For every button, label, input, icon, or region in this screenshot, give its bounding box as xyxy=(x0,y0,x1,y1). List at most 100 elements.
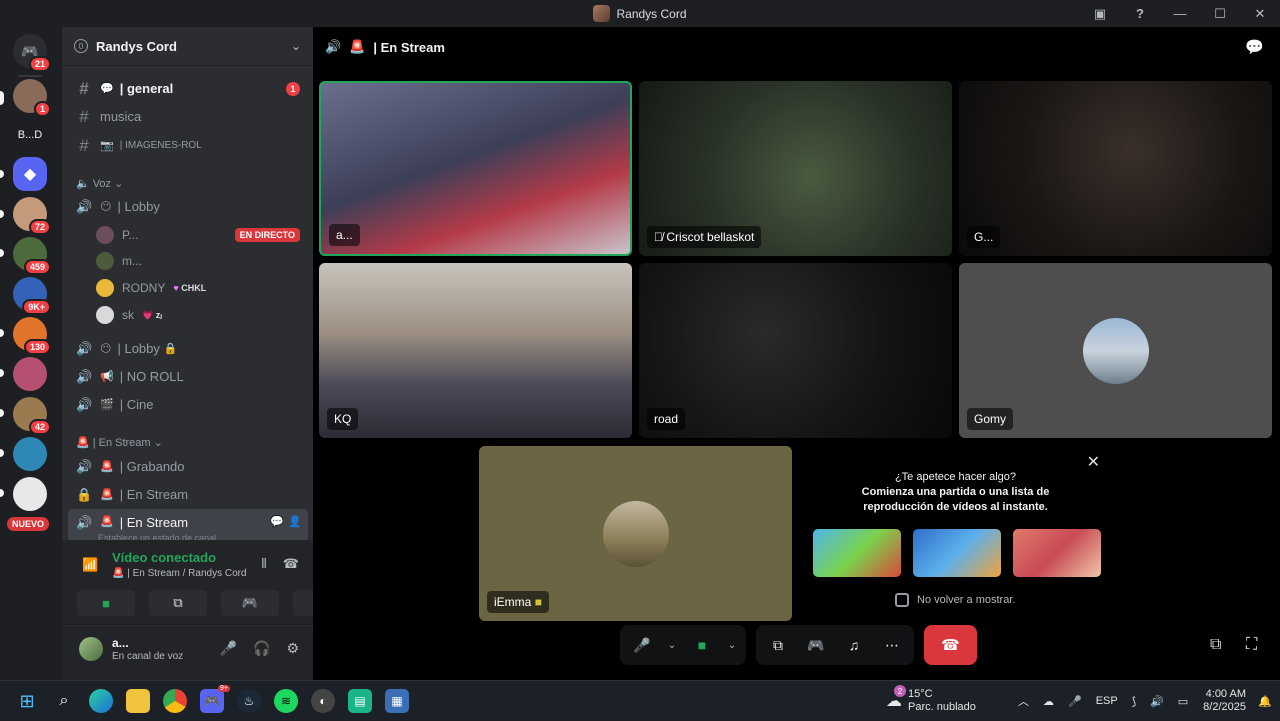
server-icon-7[interactable]: 130 xyxy=(13,317,51,355)
video-tile[interactable]: KQ xyxy=(319,263,632,438)
server-icon-5[interactable]: 459 xyxy=(13,237,51,275)
server-icon-8[interactable] xyxy=(13,357,47,391)
server-icon-10[interactable] xyxy=(13,437,47,471)
microphone-icon[interactable]: 🎤 xyxy=(220,640,237,657)
activity-button[interactable]: 🎮 xyxy=(800,629,832,661)
voice-channel-lobby[interactable]: 🔊 😶 | Lobby xyxy=(68,193,308,220)
voice-user[interactable]: sk 💗 zⱼ xyxy=(96,304,304,326)
avatar-tile[interactable]: iEmma ■ xyxy=(479,446,792,621)
voice-user[interactable]: RODNY ♥ CHKL xyxy=(96,277,304,299)
activity-game-card[interactable] xyxy=(1013,529,1101,577)
new-badge[interactable]: NUEVO xyxy=(7,517,50,531)
voice-status-subtitle[interactable]: 🚨 | En Stream / Randys Cord xyxy=(112,568,247,579)
close-icon[interactable]: ✕ xyxy=(1087,452,1100,472)
server-icon-9[interactable]: 42 xyxy=(13,397,51,435)
server-icon-6[interactable]: 9K+ xyxy=(13,277,51,315)
clock[interactable]: 4:00 AM 8/2/2025 xyxy=(1200,681,1246,721)
cloud-icon[interactable]: ☁ xyxy=(1043,695,1054,708)
video-tile[interactable]: road xyxy=(639,263,952,438)
server-icon-3[interactable]: ◆ xyxy=(13,157,47,191)
microphone-button[interactable]: 🎤 xyxy=(626,629,658,661)
video-tile[interactable]: G... xyxy=(959,81,1272,256)
weather-widget[interactable]: ☁ 2 15°C Parc. nublado xyxy=(886,681,976,721)
avatar-tile[interactable]: Gomy xyxy=(959,263,1272,438)
battery-icon[interactable]: ▭ xyxy=(1178,695,1188,708)
voice-channel-en-stream-locked[interactable]: 🔒 🚨 | En Stream xyxy=(68,481,308,508)
headphones-icon[interactable]: 🎧 xyxy=(253,640,270,657)
voice-channel-cine[interactable]: 🔊 🎬 | Cine xyxy=(68,391,308,418)
category-en-stream[interactable]: 🚨 | En Stream ⌄ xyxy=(76,436,163,450)
chat-icon[interactable]: 💬 xyxy=(270,515,284,528)
popout-icon[interactable]: ⧉ xyxy=(1210,636,1221,654)
camera-button[interactable]: ■ xyxy=(77,590,135,616)
video-tile[interactable]: a... xyxy=(319,81,632,256)
avatar[interactable] xyxy=(79,637,103,661)
voice-status-title[interactable]: Vídeo conectado xyxy=(112,550,216,565)
microphone-icon[interactable]: 🎤 xyxy=(1068,695,1082,708)
activity-game-card[interactable] xyxy=(913,529,1001,577)
more-options-button[interactable]: ⋯ xyxy=(876,629,908,661)
server-icon-11[interactable] xyxy=(13,477,47,511)
maximize-button[interactable]: ☐ xyxy=(1200,0,1240,27)
voice-channel-lobby-locked[interactable]: 🔊 😶 | Lobby 🔒 xyxy=(68,335,308,362)
edge-icon[interactable] xyxy=(89,689,113,713)
weather-badge: 2 xyxy=(894,685,906,697)
channel-label: | NO ROLL xyxy=(119,369,184,384)
language-indicator[interactable]: ESP xyxy=(1096,695,1118,707)
close-button[interactable]: ✕ xyxy=(1240,0,1280,27)
chevron-up-icon[interactable]: ︿ xyxy=(1018,693,1029,709)
voice-user[interactable]: m... xyxy=(96,250,304,272)
camera-button[interactable]: ■ xyxy=(686,629,718,661)
server-icon-1[interactable]: 1 xyxy=(13,79,51,117)
server-icon-bd[interactable]: B...D xyxy=(13,118,47,152)
user-name[interactable]: a... xyxy=(112,636,129,650)
voice-channel-en-stream-active[interactable]: 🔊 🚨 | En Stream 💬 👤 Establece un estado … xyxy=(68,509,308,541)
channel-general[interactable]: # 💬 | general 1 xyxy=(68,75,308,102)
wifi-icon[interactable]: ⟆ xyxy=(1132,695,1136,708)
channel-label: | En Stream xyxy=(119,487,189,502)
soundboard-button[interactable]: ♫ xyxy=(838,629,870,661)
minimize-button[interactable]: — xyxy=(1160,0,1200,27)
voice-channel-grabando[interactable]: 🔊 🚨 | Grabando xyxy=(68,453,308,480)
channel-imagenes-rol[interactable]: # 📷 | IMAGENES-ROL xyxy=(68,132,308,159)
activity-game-card[interactable] xyxy=(813,529,901,577)
start-button[interactable]: ⊞ xyxy=(15,689,39,713)
file-explorer-icon[interactable] xyxy=(126,689,150,713)
disconnect-button[interactable]: ☎ xyxy=(924,625,977,665)
screen-share-button[interactable]: ⧉ xyxy=(762,629,794,661)
video-tile[interactable]: 🎙̸ Criscot bellaskot xyxy=(639,81,952,256)
megaphone-icon: 📢 xyxy=(100,371,114,383)
app-icon[interactable]: ◐ xyxy=(311,689,335,713)
chrome-icon[interactable] xyxy=(163,689,187,713)
channel-musica[interactable]: # musica xyxy=(68,103,308,130)
voice-channel-no-roll[interactable]: 🔊 📢 | NO ROLL xyxy=(68,363,308,390)
screen-share-button[interactable]: ⧉ xyxy=(149,590,207,616)
signal-icon[interactable]: 📶 xyxy=(82,557,98,573)
checkbox[interactable] xyxy=(895,593,909,607)
server-icon-4[interactable]: 72 xyxy=(13,197,51,235)
invite-icon[interactable]: 👤 xyxy=(288,515,302,528)
help-icon[interactable]: ? xyxy=(1120,0,1160,27)
search-icon[interactable]: ⌕ xyxy=(52,689,76,713)
server-header[interactable]: 0 Randys Cord ⌄ xyxy=(62,27,313,66)
notification-bell-icon[interactable]: 🔔 xyxy=(1258,681,1272,721)
steam-icon[interactable]: ♨ xyxy=(237,689,261,713)
inbox-icon[interactable]: ▣ xyxy=(1080,0,1120,27)
voice-user[interactable]: P... EN DIRECTO xyxy=(96,224,304,246)
spotify-icon[interactable]: ≋ xyxy=(274,689,298,713)
chevron-down-icon[interactable]: ⌄ xyxy=(664,629,680,661)
category-voz[interactable]: 🔈 Voz ⌄ xyxy=(76,177,123,191)
fullscreen-icon[interactable]: ⛶ xyxy=(1246,636,1257,654)
discord-icon[interactable]: 🎮 9+ xyxy=(200,685,230,713)
dont-show-again-checkbox[interactable]: No volver a mostrar. xyxy=(895,593,1015,607)
chevron-down-icon[interactable]: ⌄ xyxy=(724,629,740,661)
activity-button[interactable]: 🎮 xyxy=(221,590,279,616)
volume-icon[interactable]: 🔊 xyxy=(1150,695,1164,708)
home-button[interactable]: 🎮 21 xyxy=(13,34,51,72)
disconnect-icon[interactable]: ☎ xyxy=(283,556,299,572)
app-icon[interactable]: ▤ xyxy=(348,689,372,713)
chat-icon[interactable]: 💬 xyxy=(1245,38,1264,56)
calculator-icon[interactable]: ▦ xyxy=(385,689,409,713)
noise-suppression-icon[interactable]: ⦀ xyxy=(261,556,267,572)
settings-gear-icon[interactable]: ⚙ xyxy=(286,640,299,657)
